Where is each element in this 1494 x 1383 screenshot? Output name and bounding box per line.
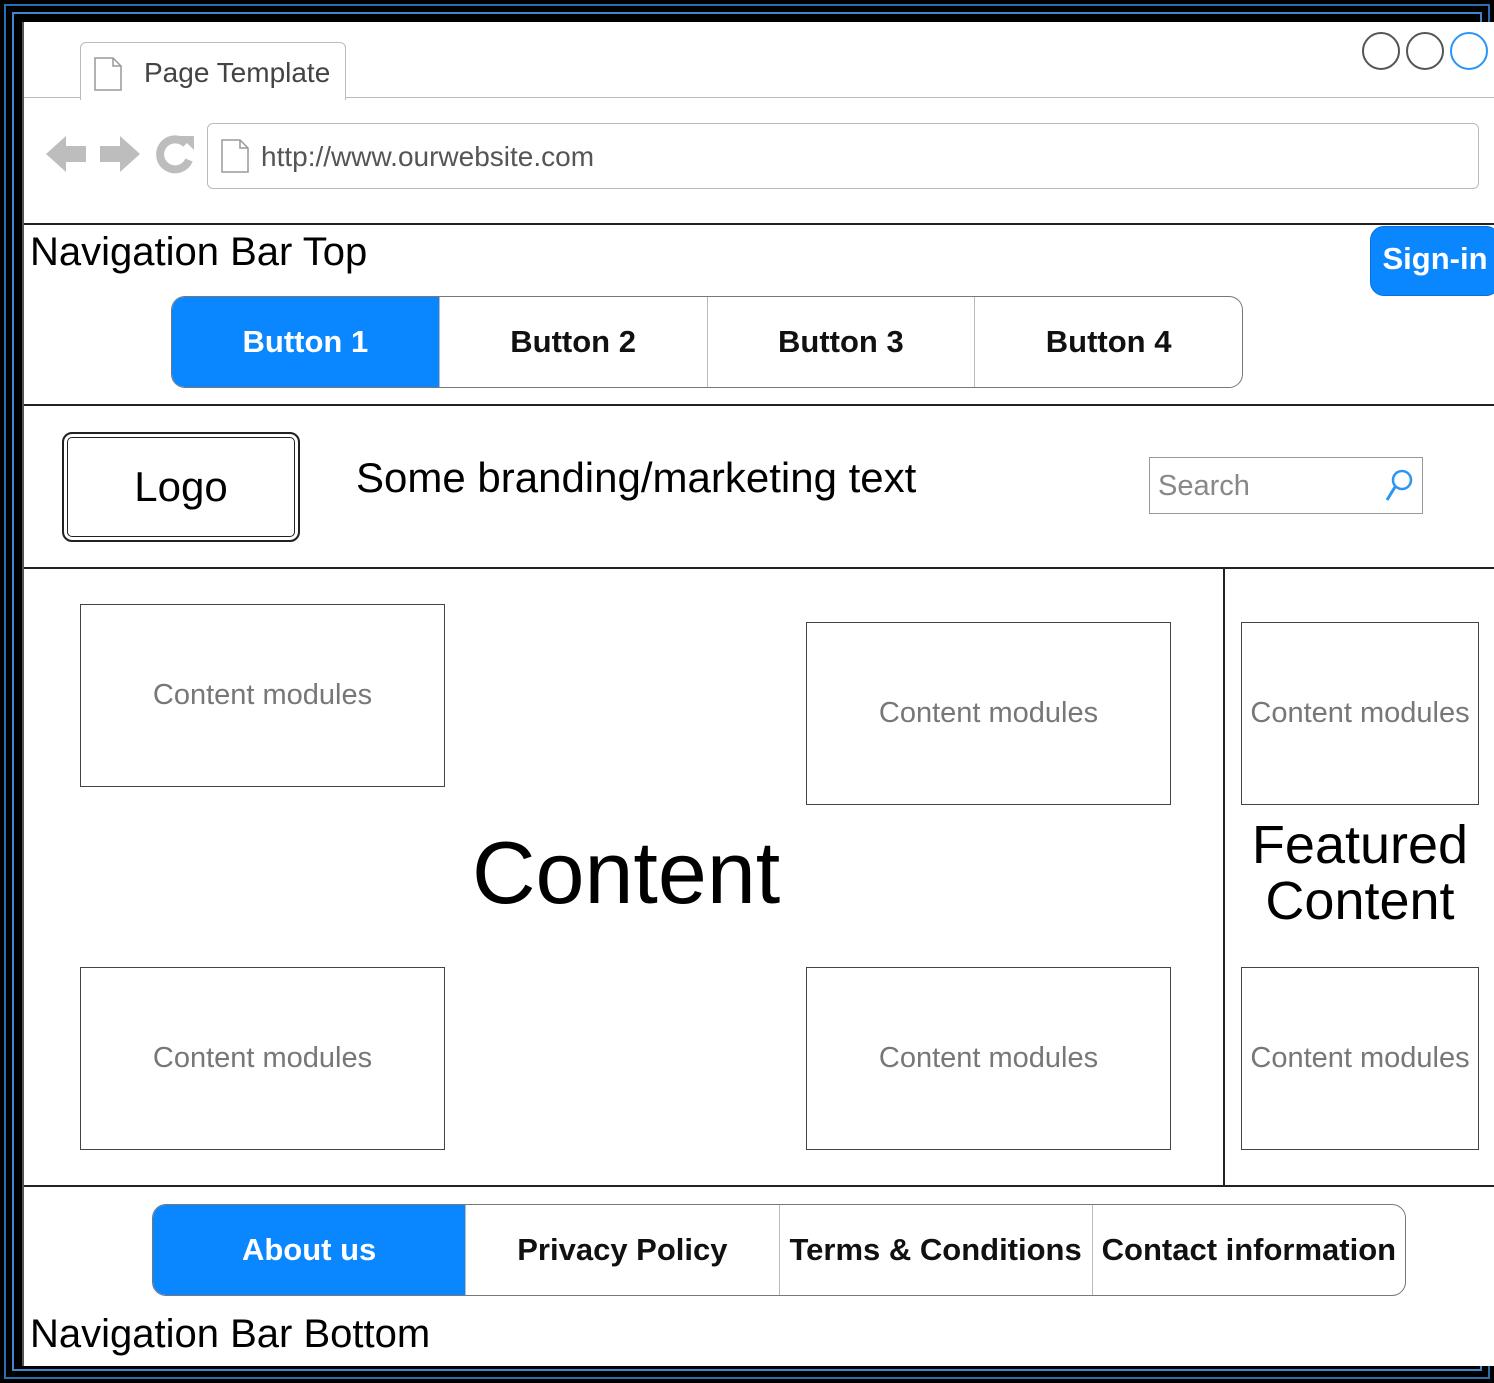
footer-divider	[24, 1185, 1494, 1187]
content-module: Content modules	[806, 967, 1171, 1150]
privacy-policy-button[interactable]: Privacy Policy	[465, 1205, 778, 1295]
minimize-button[interactable]	[1362, 32, 1400, 70]
featured-content-module: Content modules	[1241, 967, 1479, 1150]
search-placeholder: Search	[1158, 470, 1250, 502]
content-module: Content modules	[80, 604, 445, 787]
back-arrow-icon[interactable]	[44, 132, 88, 181]
address-bar[interactable]: http://www.ourwebsite.com	[207, 123, 1479, 189]
content-sidebar-divider	[1223, 568, 1225, 1187]
search-icon[interactable]	[1384, 468, 1414, 509]
maximize-button[interactable]	[1406, 32, 1444, 70]
url-text[interactable]: http://www.ourwebsite.com	[261, 141, 594, 173]
forward-arrow-icon[interactable]	[98, 132, 142, 181]
about-us-button[interactable]: About us	[153, 1205, 466, 1295]
top-nav-button-1[interactable]: Button 1	[172, 297, 439, 387]
branding-divider	[24, 567, 1494, 569]
tab-title: Page Template	[144, 57, 331, 88]
featured-content-module: Content modules	[1241, 622, 1479, 805]
top-nav-button-3[interactable]: Button 3	[706, 297, 975, 387]
nav-top-label: Navigation Bar Top	[30, 230, 368, 274]
terms-conditions-button[interactable]: Terms & Conditions	[778, 1205, 1092, 1295]
bottom-nav-segmented-control: About us Privacy Policy Terms & Conditio…	[152, 1204, 1406, 1296]
top-nav-segmented-control: Button 1 Button 2 Button 3 Button 4	[171, 296, 1243, 388]
chrome-divider	[24, 223, 1494, 225]
browser-tab[interactable]: Page Template	[80, 42, 346, 100]
nav-bottom-label: Navigation Bar Bottom	[30, 1312, 431, 1356]
content-module: Content modules	[806, 622, 1171, 805]
window-controls	[1362, 32, 1488, 70]
page-icon	[93, 57, 123, 96]
search-input[interactable]: Search	[1149, 457, 1423, 514]
top-nav-button-4[interactable]: Button 4	[974, 297, 1242, 387]
contact-information-button[interactable]: Contact information	[1091, 1205, 1405, 1295]
featured-content-title: Featured Content	[1251, 815, 1469, 931]
content-title: Content	[472, 823, 781, 922]
navigation-controls	[44, 132, 196, 181]
logo[interactable]: Logo	[62, 432, 300, 542]
top-nav-button-2[interactable]: Button 2	[438, 297, 707, 387]
branding-text: Some branding/marketing text	[356, 454, 917, 501]
page-icon	[220, 139, 250, 178]
close-button[interactable]	[1450, 32, 1488, 70]
reload-icon[interactable]	[152, 132, 196, 181]
content-module: Content modules	[80, 967, 445, 1150]
browser-window: Page Template http://www.ourwebsite.com …	[22, 22, 1494, 1366]
sign-in-button[interactable]: Sign-in	[1370, 226, 1494, 296]
nav-divider	[24, 404, 1494, 406]
